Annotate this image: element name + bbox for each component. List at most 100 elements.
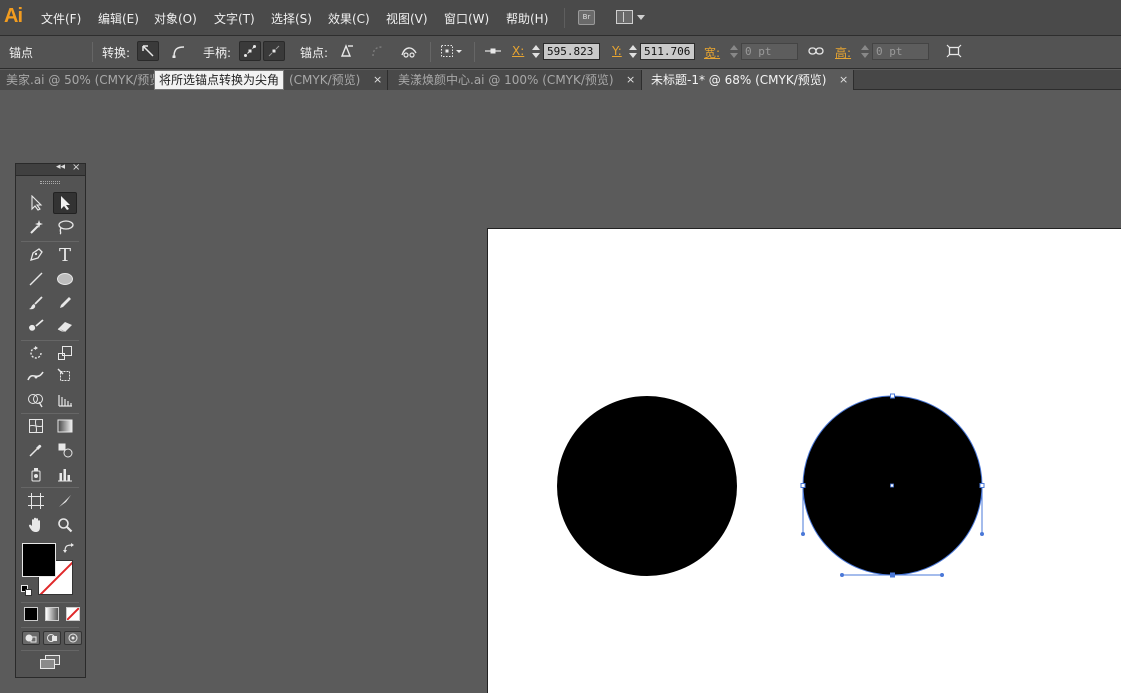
close-icon[interactable]: × <box>72 162 80 173</box>
hand-tool[interactable] <box>24 514 48 536</box>
blob-brush-tool[interactable] <box>24 315 48 337</box>
line-icon <box>29 272 43 286</box>
show-handles-button[interactable] <box>239 41 261 61</box>
rotate-tool[interactable] <box>24 342 48 364</box>
menu-edit[interactable]: 编辑(E) <box>98 10 139 27</box>
draw-inside-button[interactable] <box>64 631 82 645</box>
close-icon[interactable]: × <box>626 70 635 90</box>
default-fill-stroke-icon[interactable] <box>21 585 32 596</box>
direct-selection-tool[interactable] <box>53 192 77 214</box>
menu-effect[interactable]: 效果(C) <box>328 10 370 27</box>
blob-brush-icon <box>29 319 44 331</box>
draw-behind-button[interactable] <box>43 631 61 645</box>
artboard[interactable] <box>487 228 1121 693</box>
panel-grip[interactable] <box>40 181 60 184</box>
width-field[interactable]: 0 pt <box>741 43 798 60</box>
type-tool[interactable]: T <box>53 244 77 266</box>
fill-swatch[interactable] <box>22 543 56 577</box>
convert-corner-icon <box>142 45 154 57</box>
width-stepper[interactable] <box>728 43 739 60</box>
column-graph-tool[interactable] <box>53 463 77 485</box>
constrain-proportions-button[interactable] <box>805 41 827 61</box>
arrange-documents-button[interactable] <box>616 10 646 25</box>
handle-point[interactable] <box>940 573 944 577</box>
cut-path-icon <box>401 47 417 58</box>
handle-point[interactable] <box>840 573 844 577</box>
menu-view[interactable]: 视图(V) <box>386 10 428 27</box>
perspective-grid-tool[interactable] <box>53 389 77 411</box>
pen-tool[interactable] <box>24 244 48 266</box>
control-bar: 锚点 转换: 手柄: 锚点: X: 595.823 Y: 511.706 宽: … <box>0 36 1121 69</box>
magic-wand-tool[interactable] <box>24 216 48 238</box>
menu-type[interactable]: 文字(T) <box>214 10 255 27</box>
slice-tool[interactable] <box>53 490 77 512</box>
connect-endpoints-button[interactable] <box>366 41 388 61</box>
mesh-tool[interactable] <box>24 415 48 437</box>
transform-panel-button[interactable] <box>943 41 965 61</box>
lasso-tool[interactable] <box>53 216 77 238</box>
gradient-button[interactable] <box>45 607 59 621</box>
magic-wand-icon <box>30 220 43 234</box>
shape-builder-icon <box>28 394 43 408</box>
menu-file[interactable]: 文件(F) <box>41 10 81 27</box>
menu-select[interactable]: 选择(S) <box>271 10 312 27</box>
cut-path-button[interactable] <box>398 41 420 61</box>
bridge-button[interactable]: Br <box>578 10 595 25</box>
none-button[interactable] <box>66 607 80 621</box>
convert-to-smooth-button[interactable] <box>168 41 190 61</box>
handle-point[interactable] <box>801 532 805 536</box>
perspective-grid-icon <box>58 395 72 407</box>
tool-divider <box>21 487 79 488</box>
artboard-tool[interactable] <box>24 490 48 512</box>
tools-panel: ◂◂ × T <box>15 162 86 678</box>
tools-panel-header[interactable]: ◂◂ × <box>16 162 85 176</box>
line-segment-tool[interactable] <box>24 268 48 290</box>
y-field[interactable]: 511.706 <box>640 43 695 60</box>
ellipse-tool[interactable] <box>53 268 77 290</box>
collapse-icon[interactable]: ◂◂ <box>56 162 65 172</box>
menu-object[interactable]: 对象(O) <box>154 10 197 27</box>
convert-to-corner-button[interactable] <box>137 41 159 61</box>
show-handles-icon <box>244 45 256 57</box>
menu-help[interactable]: 帮助(H) <box>506 10 548 27</box>
reference-point-button[interactable] <box>438 41 466 61</box>
tab-untitled-1[interactable]: 未标题-1* @ 68% (CMYK/预览) × <box>642 70 854 90</box>
close-icon[interactable]: × <box>839 70 848 90</box>
width-tool[interactable] <box>24 365 48 387</box>
selection-tool[interactable] <box>24 192 48 214</box>
y-stepper[interactable] <box>627 43 638 60</box>
eraser-tool[interactable] <box>53 315 77 337</box>
hand-icon <box>28 517 40 532</box>
swap-fill-stroke-icon[interactable] <box>63 542 75 554</box>
anchor-point[interactable] <box>890 393 895 399</box>
gradient-tool[interactable] <box>53 415 77 437</box>
handle-point[interactable] <box>980 532 984 536</box>
blend-tool[interactable] <box>53 439 77 461</box>
anchor-point[interactable] <box>800 483 806 488</box>
anchor-point[interactable] <box>979 483 985 488</box>
anchor-point[interactable] <box>890 572 895 578</box>
free-transform-tool[interactable] <box>53 365 77 387</box>
tab-meiyang[interactable]: 美漾焕颜中心.ai @ 100% (CMYK/预览) × <box>388 70 642 90</box>
shape-builder-tool[interactable] <box>24 389 48 411</box>
height-field[interactable]: 0 pt <box>872 43 929 60</box>
hide-handles-button[interactable] <box>263 41 285 61</box>
tab-meijia[interactable]: 美家.ai @ 50% (CMYK/预览) <box>0 70 155 90</box>
ellipse-icon <box>57 273 73 285</box>
close-icon[interactable]: × <box>373 70 382 90</box>
paintbrush-tool[interactable] <box>24 292 48 314</box>
scale-tool[interactable] <box>53 342 77 364</box>
remove-anchor-button[interactable] <box>335 41 357 61</box>
width-value: 0 pt <box>745 45 772 58</box>
zoom-tool[interactable] <box>53 514 77 536</box>
change-screen-mode-button[interactable] <box>38 654 62 670</box>
height-stepper[interactable] <box>859 43 870 60</box>
draw-normal-button[interactable] <box>22 631 40 645</box>
pencil-tool[interactable] <box>53 292 77 314</box>
x-field[interactable]: 595.823 <box>543 43 600 60</box>
eyedropper-tool[interactable] <box>24 439 48 461</box>
color-button[interactable] <box>24 607 38 621</box>
symbol-sprayer-tool[interactable] <box>24 463 48 485</box>
menu-window[interactable]: 窗口(W) <box>444 10 489 27</box>
x-stepper[interactable] <box>530 43 541 60</box>
